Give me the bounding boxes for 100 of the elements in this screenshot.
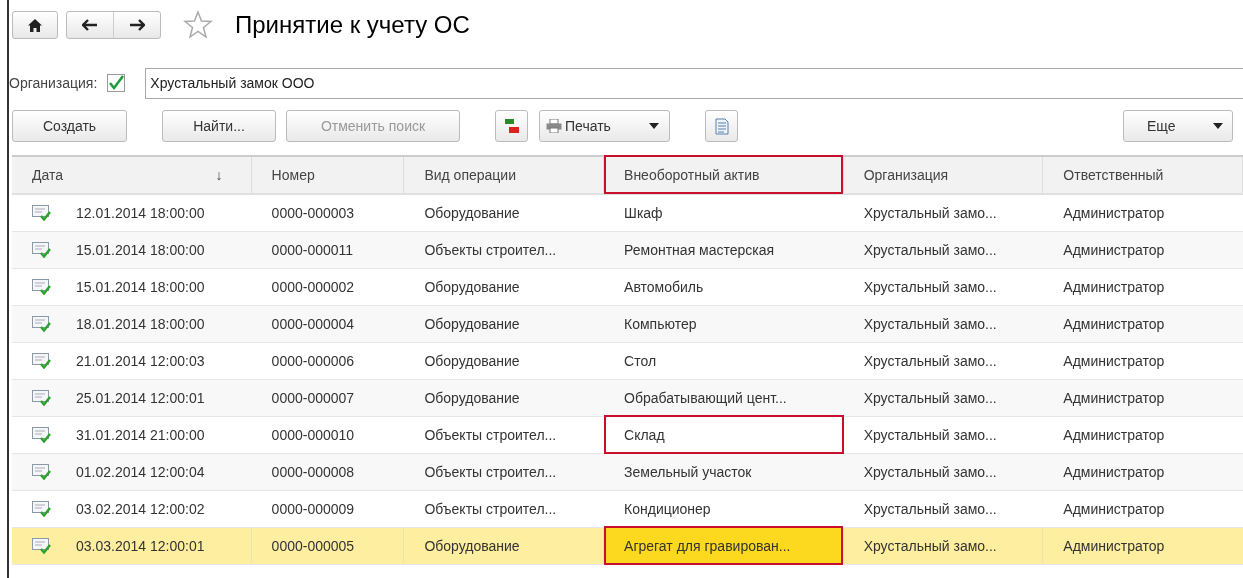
more-button[interactable]: Еще [1123, 110, 1233, 142]
column-header[interactable]: Внеоборотный актив [624, 164, 760, 186]
table-row[interactable]: 31.01.2014 21:00:00 0000-000010 Объекты строител... Склад Хрустальный замо... Администратор [12, 417, 1243, 454]
table-cell-text: Администратор [1063, 462, 1165, 482]
filter-checkbox[interactable] [107, 74, 126, 92]
table-cell-text: Хрустальный замо... [863, 314, 997, 334]
home-icon [28, 18, 42, 32]
posted-document-icon [32, 205, 52, 221]
table-cell-text: Хрустальный замо... [863, 388, 997, 408]
posted-document-icon [32, 390, 52, 406]
dt-kt-icon [502, 117, 521, 135]
table-cell-text: Администратор [1063, 314, 1165, 334]
table-cell-text: Ремонтная мастерская [624, 240, 775, 260]
column-header[interactable]: Организация [863, 164, 949, 186]
posted-document-icon [32, 427, 52, 443]
table-cell-text: 0000-000005 [271, 536, 355, 556]
table-cell-text: Администратор [1063, 499, 1165, 519]
table-cell-text: Хрустальный замо... [863, 425, 997, 445]
table-cell-text: Оборудование [424, 277, 520, 297]
posted-document-icon [32, 353, 52, 369]
posted-document-icon [32, 501, 52, 517]
table-cell-text: 12.01.2014 18:00:00 [76, 203, 205, 223]
posted-document-icon [32, 464, 52, 480]
table-cell-text: Хрустальный замо... [863, 277, 997, 297]
table-cell-text: Хрустальный замо... [863, 240, 997, 260]
posted-document-icon [32, 316, 52, 332]
table-row[interactable]: 15.01.2014 18:00:00 0000-000011 Объекты строител... Ремонтная мастерская Хрустальный замо... Администратор [12, 232, 1243, 269]
table-cell-text: 15.01.2014 18:00:00 [76, 240, 205, 260]
table-cell-text: Агрегат для гравирован... [624, 536, 791, 556]
table-cell-text: Хрустальный замо... [863, 351, 997, 371]
document-icon [714, 117, 729, 135]
table-cell-text: Кондиционер [624, 499, 711, 519]
table-cell-text: Администратор [1063, 425, 1165, 445]
column-header[interactable]: Дата [32, 164, 63, 186]
table-cell-text: Администратор [1063, 388, 1165, 408]
posting-button[interactable] [495, 110, 528, 142]
table-cell-text: Склад [624, 425, 665, 445]
table-cell-text: Хрустальный замо... [863, 462, 997, 482]
column-header[interactable]: Номер [271, 164, 315, 186]
table-cell-text: 15.01.2014 18:00:00 [76, 277, 205, 297]
star-icon[interactable] [183, 10, 213, 40]
table-cell-text: Администратор [1063, 536, 1165, 556]
table-cell-text: 25.01.2014 12:00:01 [76, 388, 205, 408]
table-cell-text: Администратор [1063, 240, 1165, 260]
table-cell-text: Автомобиль [624, 277, 704, 297]
table-cell-text: 0000-000004 [271, 314, 355, 334]
table-cell-text: 0000-000007 [271, 388, 355, 408]
table-cell-text: Объекты строител... [424, 499, 557, 519]
filter-label: Организация: [9, 73, 98, 93]
table-cell-text: Компьютер [624, 314, 697, 334]
printer-icon [546, 119, 562, 133]
caret-icon [649, 123, 659, 129]
toolbar-button[interactable]: Создать [12, 110, 127, 142]
table-cell-text: Шкаф [624, 203, 663, 223]
table-cell-text: Администратор [1063, 203, 1165, 223]
table-cell-text: Оборудование [424, 388, 520, 408]
table-cell-text: Объекты строител... [424, 240, 557, 260]
column-header[interactable]: Вид операции [424, 164, 516, 186]
table-cell-text: 01.02.2014 12:00:04 [76, 462, 205, 482]
table-row[interactable]: 03.03.2014 12:00:01 0000-000005 Оборудование Агрегат для гравирован... Хрустальный замо... Администратор [12, 528, 1243, 565]
table-cell-text: Оборудование [424, 203, 520, 223]
table-row[interactable]: 01.02.2014 12:00:04 0000-000008 Объекты строител... Земельный участок Хрустальный замо... Администратор [12, 454, 1243, 491]
table-cell-text: 18.01.2014 18:00:00 [76, 314, 205, 334]
table-cell-text: 03.03.2014 12:00:01 [76, 536, 205, 556]
print-button[interactable]: Печать [539, 110, 670, 142]
table-cell-text: 0000-000003 [271, 203, 355, 223]
table-cell-text: Хрустальный замо... [863, 536, 997, 556]
table-cell-text: Объекты строител... [424, 462, 557, 482]
table-cell-text: 0000-000010 [271, 425, 355, 445]
posted-document-icon [32, 279, 52, 295]
table-cell-text: Администратор [1063, 351, 1165, 371]
table-cell-text: Стол [624, 351, 657, 371]
caret-icon [1213, 123, 1223, 129]
sort-indicator[interactable]: ↓ [215, 164, 223, 186]
table-cell-text: 0000-000008 [271, 462, 355, 482]
toolbar-button[interactable]: Найти... [162, 110, 276, 142]
posted-document-icon [32, 242, 52, 258]
home-button[interactable] [12, 11, 58, 39]
table-cell-text: 31.01.2014 21:00:00 [76, 425, 205, 445]
table-cell-text: Оборудование [424, 314, 520, 334]
table-cell-text: 0000-000009 [271, 499, 355, 519]
column-header[interactable]: Ответственный [1063, 164, 1164, 186]
table-cell-text: 0000-000011 [271, 240, 354, 260]
table-cell-text: Администратор [1063, 277, 1165, 297]
table-cell-text: Объекты строител... [424, 425, 557, 445]
table-cell-text: Оборудование [424, 351, 520, 371]
posted-document-icon [32, 538, 52, 554]
table-cell-text: Хрустальный замо... [863, 499, 997, 519]
table-cell-text: Оборудование [424, 536, 520, 556]
table-cell-text: 0000-000006 [271, 351, 355, 371]
organization-field[interactable]: Хрустальный замок ООО [145, 67, 1243, 99]
table-cell-text: 03.02.2014 12:00:02 [76, 499, 205, 519]
window-title: Принятие к учету ОС [235, 10, 470, 40]
table-row[interactable]: 25.01.2014 12:00:01 0000-000007 Оборудование Обрабатывающий цент... Хрустальный замо... Администратор [12, 380, 1243, 417]
table-cell-text: Хрустальный замо... [863, 203, 997, 223]
table-cell-text: 21.01.2014 12:00:03 [76, 351, 205, 371]
table-cell-text: Обрабатывающий цент... [624, 388, 787, 408]
table-cell-text: Земельный участок [624, 462, 752, 482]
table-row[interactable]: 18.01.2014 18:00:00 0000-000004 Оборудование Компьютер Хрустальный замо... Администратор [12, 306, 1243, 343]
arrow-right-icon [129, 19, 145, 31]
